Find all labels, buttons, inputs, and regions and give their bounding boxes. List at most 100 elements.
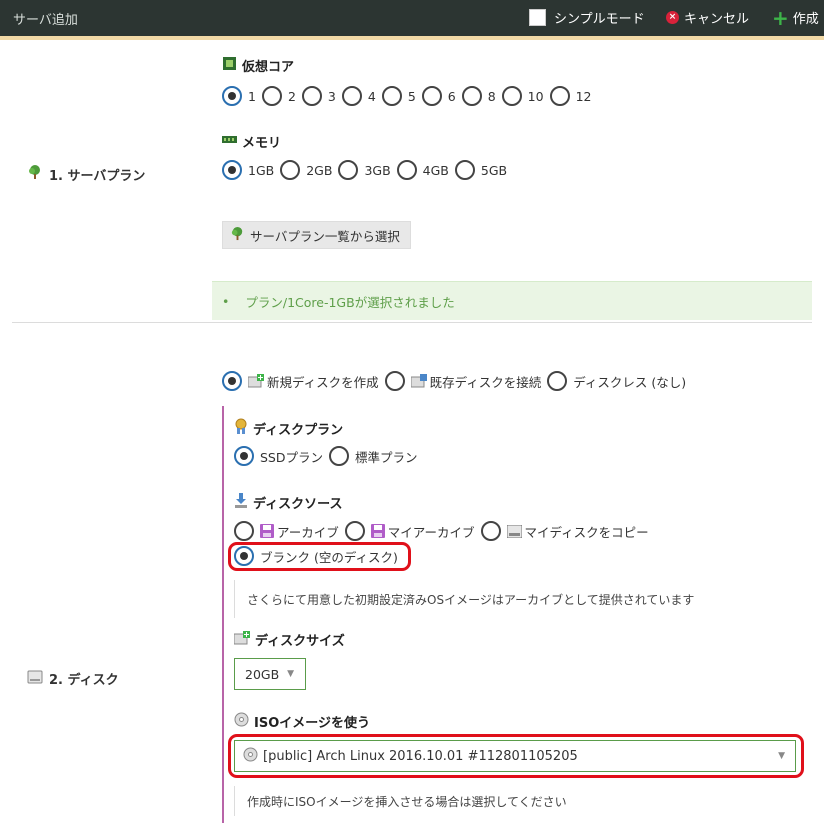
- radio-ssd-plan[interactable]: SSDプラン: [234, 446, 323, 466]
- radio-cpu-2[interactable]: 2: [261, 86, 296, 106]
- disk-size-heading: ディスクサイズ: [233, 630, 345, 649]
- award-icon: [234, 418, 248, 438]
- checkbox-icon[interactable]: [529, 9, 546, 26]
- disk-source-heading: ディスクソース: [234, 493, 342, 512]
- tree-icon: [27, 164, 43, 184]
- radio-cpu-1[interactable]: 1: [222, 86, 256, 106]
- header-stripe: [0, 36, 824, 40]
- radio-icon[interactable]: [421, 86, 442, 106]
- radio-my-archive[interactable]: マイアーカイブ: [344, 521, 475, 541]
- radio-icon[interactable]: [329, 446, 349, 466]
- disk-size-select[interactable]: 20GB ▼: [234, 658, 306, 690]
- cpu-heading: 仮想コア: [222, 56, 294, 75]
- disk-size-icon: [233, 630, 250, 649]
- radio-label: 1GB: [248, 162, 275, 178]
- radio-icon[interactable]: [501, 86, 522, 106]
- radio-cpu-5[interactable]: 5: [381, 86, 416, 106]
- disk-plan-heading-label: ディスクプラン: [253, 422, 344, 438]
- radio-label: アーカイブ: [277, 524, 339, 540]
- radio-new-disk[interactable]: 新規ディスクを作成: [222, 371, 379, 391]
- disk-options-group-line: [222, 406, 224, 823]
- radio-label: 2GB: [306, 162, 333, 178]
- radio-cpu-12[interactable]: 12: [549, 86, 591, 106]
- radio-standard-plan[interactable]: 標準プラン: [329, 446, 418, 466]
- radio-label: 8: [487, 88, 496, 104]
- simple-mode-toggle[interactable]: シンプルモード: [529, 8, 645, 27]
- disk-mode-options: 新規ディスクを作成 既存ディスクを接続 ディスクレス (なし): [222, 371, 692, 391]
- radio-memory-1gb[interactable]: 1GB: [222, 160, 274, 180]
- radio-cpu-3[interactable]: 3: [301, 86, 336, 106]
- radio-cpu-6[interactable]: 6: [421, 86, 456, 106]
- radio-checked-icon[interactable]: [222, 160, 242, 180]
- radio-memory-3gb[interactable]: 3GB: [338, 160, 391, 180]
- memory-heading-label: メモリ: [242, 136, 282, 151]
- disk-plan-heading: ディスクプラン: [234, 418, 343, 438]
- cancel-button[interactable]: × キャンセル: [666, 8, 749, 27]
- radio-memory-4gb[interactable]: 4GB: [396, 160, 449, 180]
- radio-cpu-4[interactable]: 4: [341, 86, 376, 106]
- download-icon: [234, 493, 248, 512]
- new-disk-icon: [248, 374, 264, 388]
- plan-list-button[interactable]: サーバプラン一覧から選択: [222, 221, 411, 249]
- radio-label: 2: [287, 88, 296, 104]
- memory-heading: メモリ: [222, 132, 281, 151]
- cpu-heading-label: 仮想コア: [242, 60, 295, 75]
- chevron-down-icon: ▼: [287, 669, 295, 679]
- disk-size-value: 20GB: [245, 666, 280, 682]
- radio-icon[interactable]: [480, 521, 501, 541]
- radio-icon[interactable]: [301, 86, 322, 106]
- tree-icon: [230, 226, 245, 244]
- radio-label: 3: [327, 88, 336, 104]
- radio-checked-icon[interactable]: [222, 371, 242, 391]
- radio-label: 標準プラン: [355, 449, 418, 465]
- radio-icon[interactable]: [341, 86, 362, 106]
- radio-icon[interactable]: [261, 86, 282, 106]
- radio-icon[interactable]: [461, 86, 482, 106]
- radio-cpu-8[interactable]: 8: [461, 86, 496, 106]
- plan-selected-alert: • プラン/1Core-1GBが選択されました: [212, 281, 812, 320]
- radio-icon[interactable]: [234, 521, 254, 541]
- disk-source-help: さくらにて用意した初期設定済みOSイメージはアーカイブとして提供されています: [234, 580, 694, 618]
- radio-icon[interactable]: [381, 86, 402, 106]
- page-title: サーバ追加: [13, 13, 78, 28]
- disk-source-options: アーカイブ マイアーカイブ マイディスクをコピー: [234, 521, 655, 541]
- archive-icon: [260, 524, 274, 538]
- radio-icon[interactable]: [338, 160, 359, 180]
- radio-icon[interactable]: [454, 160, 475, 180]
- radio-label: 5: [407, 88, 416, 104]
- radio-icon[interactable]: [396, 160, 417, 180]
- radio-cpu-10[interactable]: 10: [501, 86, 544, 106]
- radio-label: 新規ディスクを作成: [267, 374, 379, 390]
- plan-list-button-label: サーバプラン一覧から選択: [250, 228, 400, 244]
- radio-memory-2gb[interactable]: 2GB: [280, 160, 332, 180]
- disk-copy-icon: [506, 524, 522, 538]
- section-server-plan-label: 1. サーバプラン: [49, 168, 146, 184]
- radio-icon[interactable]: [547, 371, 568, 391]
- radio-memory-5gb[interactable]: 5GB: [454, 160, 508, 180]
- radio-label: 4GB: [422, 162, 449, 178]
- radio-checked-icon[interactable]: [222, 86, 242, 106]
- cd-icon: [234, 712, 249, 731]
- radio-label: 1: [248, 88, 256, 104]
- cpu-options: 1 2 3 4 5 6 8 10 12: [222, 86, 597, 106]
- radio-label: ディスクレス (なし): [573, 374, 687, 390]
- radio-existing-disk[interactable]: 既存ディスクを接続: [384, 371, 541, 391]
- radio-icon[interactable]: [344, 521, 365, 541]
- disk-source-help-text: さくらにて用意した初期設定済みOSイメージはアーカイブとして提供されています: [247, 592, 695, 607]
- iso-help: 作成時にISOイメージを挿入させる場合は選択してください: [234, 786, 567, 816]
- create-button[interactable]: + 作成: [772, 8, 819, 28]
- radio-label: マイアーカイブ: [387, 524, 475, 540]
- radio-copy-my-disk[interactable]: マイディスクをコピー: [480, 521, 649, 541]
- iso-heading: ISOイメージを使う: [234, 712, 370, 731]
- radio-diskless[interactable]: ディスクレス (なし): [547, 371, 686, 391]
- radio-icon[interactable]: [280, 160, 301, 180]
- radio-checked-icon[interactable]: [234, 446, 254, 466]
- memory-icon: [222, 134, 237, 149]
- plan-selected-message: プラン/1Core-1GBが選択されました: [245, 294, 455, 310]
- radio-icon[interactable]: [549, 86, 570, 106]
- radio-archive[interactable]: アーカイブ: [234, 521, 339, 541]
- iso-help-text: 作成時にISOイメージを挿入させる場合は選択してください: [247, 794, 567, 809]
- radio-label: 5GB: [480, 162, 508, 178]
- radio-icon[interactable]: [384, 371, 405, 391]
- simple-mode-label: シンプルモード: [554, 12, 645, 27]
